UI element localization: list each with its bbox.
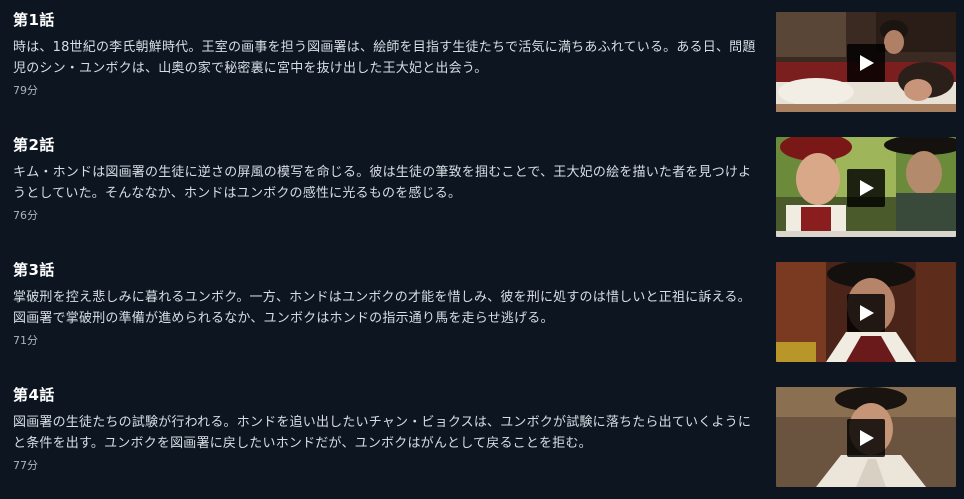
episode-description: 図画署の生徒たちの試験が行われる。ホンドを追い出したいチャン・ビョクスは、ユンボ… — [13, 415, 752, 451]
episode-thumbnail-3[interactable] — [776, 262, 956, 362]
episode-item-2: 第2話 キム・ホンドは図画署の生徒に逆さの屏風の模写を命じる。彼は生徒の筆致を掴… — [0, 135, 964, 239]
play-button[interactable] — [847, 419, 885, 457]
episode-thumbnail-4[interactable] — [776, 387, 956, 487]
episode-item-4: 第4話 図画署の生徒たちの試験が行われる。ホンドを追い出したいチャン・ビョクスは… — [0, 385, 964, 489]
episode-thumbnail-2[interactable] — [776, 137, 956, 237]
episode-item-1: 第1話 時は、18世紀の李氏朝鮮時代。王室の画事を担う図画署は、絵師を目指す生徒… — [0, 10, 964, 114]
episode-duration: 76分 — [13, 209, 38, 222]
episode-description: 掌破刑を控え悲しみに暮れるユンボク。一方、ホンドはユンボクの才能を惜しみ、彼を刑… — [13, 290, 751, 326]
episode-title: 第1話 — [13, 11, 55, 29]
episode-title: 第2話 — [13, 136, 55, 154]
play-button[interactable] — [847, 294, 885, 332]
episode-description: キム・ホンドは図画署の生徒に逆さの屏風の模写を命じる。彼は生徒の筆致を掴むことで… — [13, 165, 752, 201]
play-button[interactable] — [847, 169, 885, 207]
episode-duration: 77分 — [13, 459, 38, 472]
play-icon — [860, 55, 874, 71]
play-button[interactable] — [847, 44, 885, 82]
episode-item-3: 第3話 掌破刑を控え悲しみに暮れるユンボク。一方、ホンドはユンボクの才能を惜しみ… — [0, 260, 964, 364]
episode-thumbnail-1[interactable] — [776, 12, 956, 112]
episode-duration: 79分 — [13, 84, 38, 97]
play-icon — [860, 180, 874, 196]
episode-title: 第3話 — [13, 261, 55, 279]
play-icon — [860, 430, 874, 446]
play-icon — [860, 305, 874, 321]
episode-duration: 71分 — [13, 334, 38, 347]
episode-description: 時は、18世紀の李氏朝鮮時代。王室の画事を担う図画署は、絵師を目指す生徒たちで活… — [13, 40, 756, 76]
episode-title: 第4話 — [13, 386, 55, 404]
episode-list: 第1話 時は、18世紀の李氏朝鮮時代。王室の画事を担う図画署は、絵師を目指す生徒… — [0, 0, 964, 499]
